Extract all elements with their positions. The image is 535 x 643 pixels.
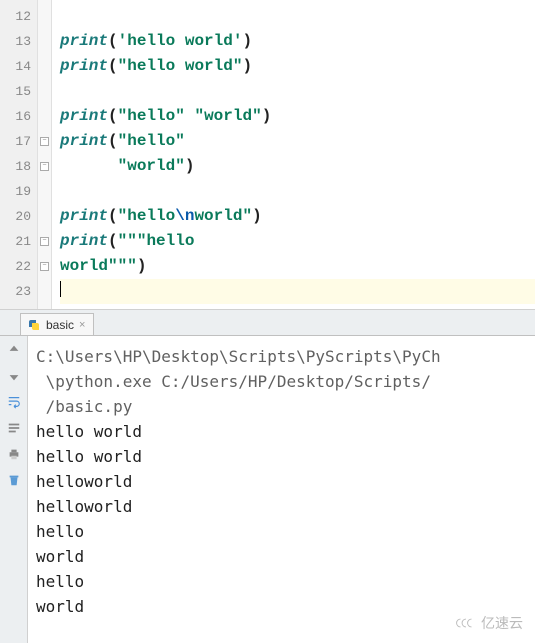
code-line[interactable]: [60, 179, 535, 204]
line-number: 13: [0, 29, 31, 54]
run-tab-bar: basic ×: [0, 310, 535, 336]
code-line[interactable]: print("hello": [60, 129, 535, 154]
arrow-down-icon[interactable]: [6, 368, 22, 384]
code-line[interactable]: print("""hello: [60, 229, 535, 254]
output-line: hello: [36, 569, 527, 594]
trash-icon[interactable]: [6, 472, 22, 488]
fold-marker-icon[interactable]: −: [40, 237, 49, 246]
output-line: hello world: [36, 419, 527, 444]
text-cursor: [60, 281, 61, 297]
fold-marker-icon[interactable]: −: [40, 137, 49, 146]
code-content[interactable]: print('hello world')print("hello world")…: [52, 0, 535, 309]
line-number-gutter: 121314151617181920212223: [0, 0, 38, 309]
console-body: C:\Users\HP\Desktop\Scripts\PyScripts\Py…: [0, 336, 535, 643]
line-number: 20: [0, 204, 31, 229]
console-output[interactable]: C:\Users\HP\Desktop\Scripts\PyScripts\Py…: [28, 336, 535, 643]
line-number: 12: [0, 4, 31, 29]
line-number: 19: [0, 179, 31, 204]
line-number: 23: [0, 279, 31, 304]
code-line[interactable]: [60, 79, 535, 104]
output-line: world: [36, 594, 527, 619]
arrow-up-icon[interactable]: [6, 342, 22, 358]
code-line[interactable]: [60, 4, 535, 29]
line-number: 14: [0, 54, 31, 79]
fold-end-marker-icon[interactable]: −: [40, 262, 49, 271]
run-panel: basic × C:\Users\HP\Desk: [0, 310, 535, 643]
code-line[interactable]: "world"): [60, 154, 535, 179]
line-number: 22: [0, 254, 31, 279]
line-number: 16: [0, 104, 31, 129]
fold-end-marker-icon[interactable]: −: [40, 162, 49, 171]
code-line[interactable]: print("hello" "world"): [60, 104, 535, 129]
run-tab-label: basic: [46, 318, 74, 332]
code-line[interactable]: print("hello world"): [60, 54, 535, 79]
output-line: world: [36, 544, 527, 569]
wrap-icon[interactable]: [6, 394, 22, 410]
python-file-icon: [27, 318, 41, 332]
command-line: /basic.py: [36, 394, 527, 419]
code-line[interactable]: print('hello world'): [60, 29, 535, 54]
code-line[interactable]: world"""): [60, 254, 535, 279]
output-line: helloworld: [36, 494, 527, 519]
stdout-block: hello worldhello worldhelloworldhellowor…: [36, 419, 527, 619]
run-tab-basic[interactable]: basic ×: [20, 313, 94, 335]
line-number: 15: [0, 79, 31, 104]
output-line: hello: [36, 519, 527, 544]
line-number: 21: [0, 229, 31, 254]
close-icon[interactable]: ×: [79, 319, 85, 331]
console-toolbar: [0, 336, 28, 643]
fold-gutter: − − − −: [38, 0, 52, 309]
print-icon[interactable]: [6, 446, 22, 462]
line-number: 18: [0, 154, 31, 179]
output-line: helloworld: [36, 469, 527, 494]
line-number: 17: [0, 129, 31, 154]
command-block: C:\Users\HP\Desktop\Scripts\PyScripts\Py…: [36, 344, 527, 419]
output-line: hello world: [36, 444, 527, 469]
code-editor[interactable]: 121314151617181920212223 − − − − print('hel…: [0, 0, 535, 310]
command-line: C:\Users\HP\Desktop\Scripts\PyScripts\Py…: [36, 344, 527, 369]
code-line[interactable]: [60, 279, 535, 304]
soft-wrap-icon[interactable]: [6, 420, 22, 436]
watermark: 亿速云: [455, 613, 523, 633]
code-line[interactable]: print("hello\nworld"): [60, 204, 535, 229]
watermark-text: 亿速云: [481, 613, 523, 633]
command-line: \python.exe C:/Users/HP/Desktop/Scripts/: [36, 369, 527, 394]
